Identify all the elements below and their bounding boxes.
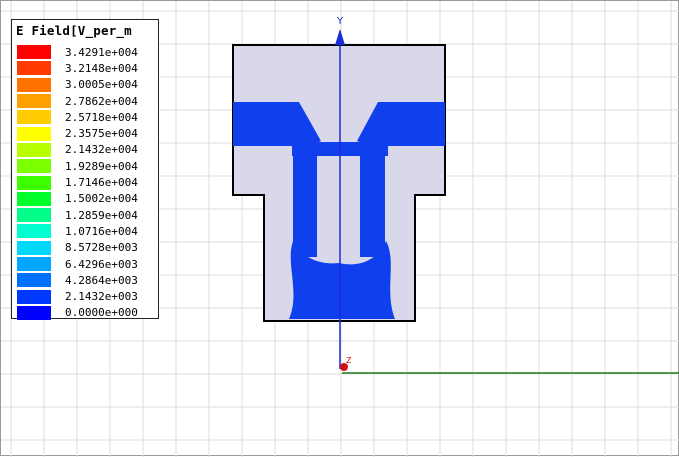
legend-swatch <box>17 94 51 109</box>
legend-value: 6.4296e+003 <box>65 257 138 271</box>
legend-swatch <box>17 191 51 206</box>
legend-entry: 1.0716e+004 <box>17 223 138 239</box>
legend-swatch <box>17 142 51 157</box>
legend-value: 2.1432e+004 <box>65 143 138 157</box>
field-legend: E Field[V_per_m 3.4291e+004 3.2148e+004 3.… <box>11 19 159 321</box>
legend-entry: 6.4296e+003 <box>17 256 138 272</box>
legend-value: 1.7146e+004 <box>65 176 138 190</box>
legend-swatch <box>17 110 51 125</box>
legend-value: 4.2864e+003 <box>65 273 138 287</box>
legend-value: 2.1432e+003 <box>65 290 138 304</box>
legend-entry: 3.0005e+004 <box>17 77 138 93</box>
legend-swatch <box>17 77 51 92</box>
y-axis-label: Y <box>336 16 344 27</box>
legend-title: E Field[V_per_m <box>16 23 132 38</box>
legend-swatch <box>17 289 51 304</box>
legend-swatch <box>17 175 51 190</box>
legend-value: 1.0716e+004 <box>65 224 138 238</box>
legend-swatch <box>17 224 51 239</box>
legend-value: 3.2148e+004 <box>65 61 138 75</box>
legend-entry: 1.2859e+004 <box>17 207 138 223</box>
legend-value: 3.4291e+004 <box>65 45 138 59</box>
legend-entry: 1.7146e+004 <box>17 174 138 190</box>
z-axis-label: Z <box>346 356 352 365</box>
legend-swatch <box>17 126 51 141</box>
legend-entry: 4.2864e+003 <box>17 272 138 288</box>
legend-swatch <box>17 273 51 288</box>
legend-entry: 2.7862e+004 <box>17 93 138 109</box>
legend-entry: 0.0000e+000 <box>17 305 138 321</box>
legend-entry: 3.2148e+004 <box>17 60 138 76</box>
legend-swatch <box>17 257 51 271</box>
color-scale: 3.4291e+004 3.2148e+004 3.0005e+004 2.7862e… <box>17 44 138 321</box>
legend-value: 2.3575e+004 <box>65 127 138 141</box>
legend-swatch <box>17 208 51 223</box>
legend-entry: 2.3575e+004 <box>17 125 138 141</box>
legend-entry: 8.5728e+003 <box>17 240 138 256</box>
y-axis-arrow <box>335 29 345 45</box>
legend-swatch <box>17 61 51 76</box>
legend-swatch <box>17 45 51 60</box>
legend-value: 3.0005e+004 <box>65 78 138 92</box>
legend-entry: 1.5002e+004 <box>17 191 138 207</box>
legend-value: 2.7862e+004 <box>65 94 138 108</box>
field-post-left <box>293 151 317 257</box>
legend-value: 8.5728e+003 <box>65 241 138 255</box>
legend-swatch <box>17 240 51 255</box>
field-post-right <box>360 151 385 257</box>
legend-value: 0.0000e+000 <box>65 306 138 320</box>
3d-viewport[interactable]: Y Z E Field[V_per_m 3.4291e+004 3.2148e+0… <box>0 0 679 457</box>
legend-value: 2.5718e+004 <box>65 110 138 124</box>
legend-value: 1.9289e+004 <box>65 159 138 173</box>
legend-entry: 2.1432e+003 <box>17 288 138 304</box>
legend-swatch <box>17 159 51 174</box>
legend-entry: 2.1432e+004 <box>17 142 138 158</box>
legend-entry: 1.9289e+004 <box>17 158 138 174</box>
legend-value: 1.2859e+004 <box>65 208 138 222</box>
legend-entry: 2.5718e+004 <box>17 109 138 125</box>
legend-entry: 3.4291e+004 <box>17 44 138 60</box>
legend-swatch <box>17 305 51 320</box>
legend-value: 1.5002e+004 <box>65 192 138 206</box>
